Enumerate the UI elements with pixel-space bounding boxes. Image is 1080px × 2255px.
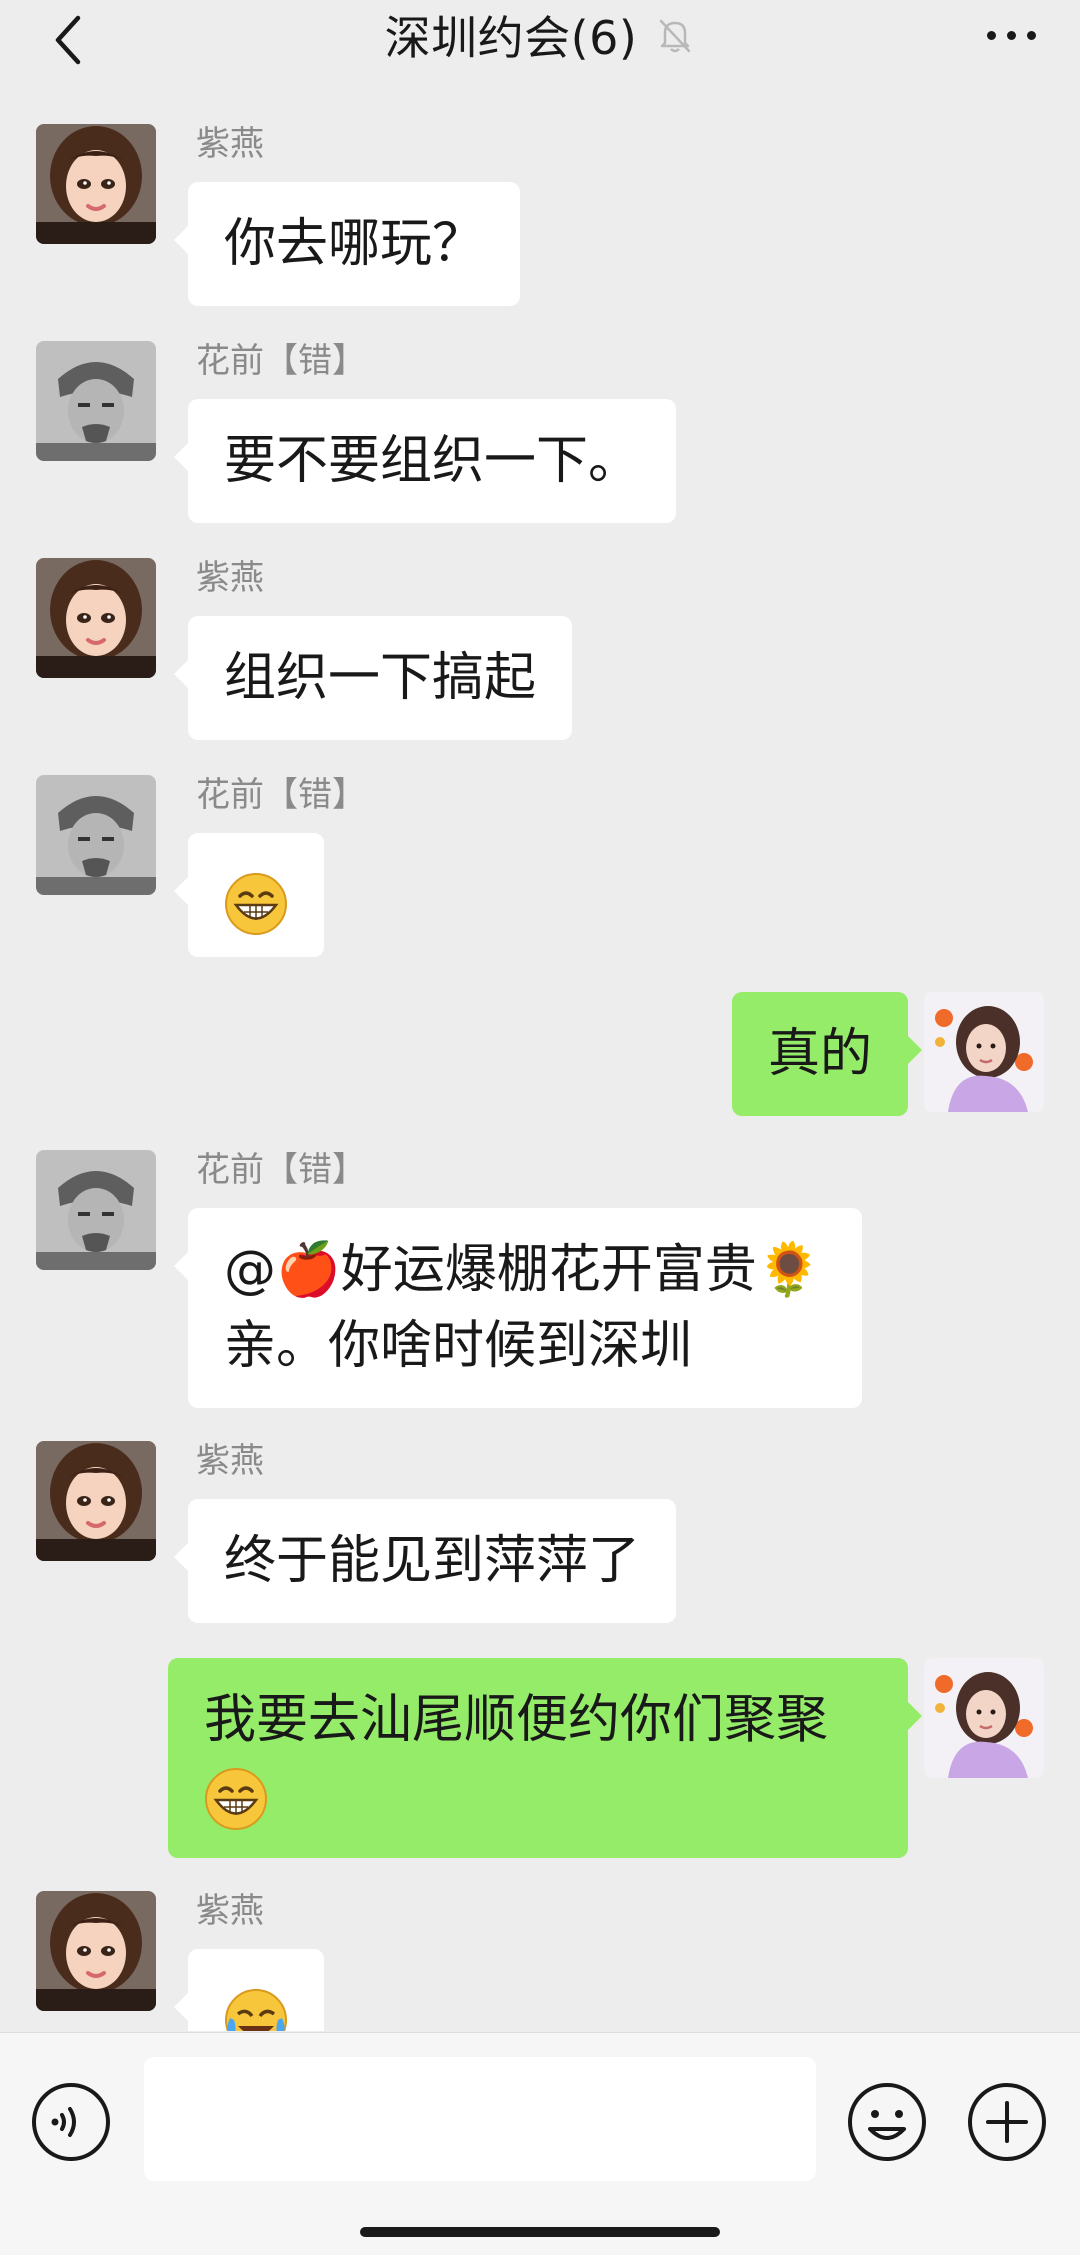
more-actions-button[interactable] bbox=[966, 2081, 1048, 2163]
message-bubble[interactable] bbox=[174, 1949, 324, 2031]
crying-laughing-face-icon bbox=[225, 1989, 287, 2031]
chat-title: 深圳约会(6) bbox=[384, 11, 638, 65]
message-bubble[interactable]: 你去哪玩？ bbox=[173, 182, 521, 306]
message-bubble[interactable]: 要不要组织一下。 bbox=[173, 399, 677, 523]
smiley-icon bbox=[848, 2083, 926, 2161]
avatar[interactable] bbox=[924, 992, 1044, 1112]
ellipsis-dot bbox=[1026, 30, 1036, 40]
message-row: 紫燕 终于能见到萍萍了 bbox=[0, 1441, 1080, 1631]
sender-name: 紫燕 bbox=[196, 124, 264, 164]
voice-icon bbox=[32, 2083, 110, 2161]
message-input[interactable] bbox=[144, 2057, 816, 2181]
home-indicator bbox=[360, 2227, 720, 2237]
grinning-face-icon bbox=[204, 1767, 268, 1831]
message-line: @🍎好运爆棚花开富贵🌻 bbox=[224, 1240, 822, 1300]
message-row: 紫燕 bbox=[0, 1891, 1080, 2031]
message-row: 紫燕 你去哪玩？ bbox=[0, 124, 1080, 314]
message-row: 花前【错】 要不要组织一下。 bbox=[0, 341, 1080, 531]
ellipsis-dot bbox=[1006, 30, 1016, 40]
sender-name: 花前【错】 bbox=[196, 1150, 366, 1190]
emoji-button[interactable] bbox=[846, 2081, 928, 2163]
sender-name: 花前【错】 bbox=[196, 341, 366, 381]
avatar[interactable] bbox=[36, 1891, 156, 2011]
sender-name: 紫燕 bbox=[196, 1891, 264, 1931]
avatar[interactable] bbox=[36, 124, 156, 244]
message-bubble[interactable]: 终于能见到萍萍了 bbox=[173, 1499, 677, 1623]
avatar[interactable] bbox=[36, 1441, 156, 1561]
chat-header: 深圳约会(6) bbox=[0, 0, 1080, 110]
message-line: 我要去汕尾顺便约你们聚聚 bbox=[204, 1690, 829, 1750]
message-bubble[interactable]: 我要去汕尾顺便约你们聚聚 bbox=[168, 1658, 922, 1858]
message-row: 花前【错】 @🍎好运爆棚花开富贵🌻 亲。你啥时候到深圳 bbox=[0, 1150, 1080, 1420]
message-row: 真的 bbox=[0, 992, 1080, 1122]
avatar[interactable] bbox=[36, 558, 156, 678]
message-row: 花前【错】 bbox=[0, 775, 1080, 965]
message-bubble[interactable]: 组织一下搞起 bbox=[173, 616, 573, 740]
grinning-face-icon bbox=[224, 872, 288, 936]
more-button[interactable] bbox=[976, 10, 1046, 60]
message-bubble[interactable] bbox=[174, 833, 324, 957]
avatar[interactable] bbox=[924, 1658, 1044, 1778]
sender-name: 紫燕 bbox=[196, 1441, 264, 1481]
message-line: 亲。你啥时候到深圳 bbox=[224, 1316, 693, 1376]
avatar[interactable] bbox=[36, 341, 156, 461]
bell-slash-icon bbox=[660, 19, 691, 53]
ellipsis-icon bbox=[986, 30, 996, 40]
input-bar bbox=[0, 2032, 1080, 2255]
voice-button[interactable] bbox=[30, 2081, 112, 2163]
title-area: 深圳约会(6) bbox=[0, 0, 1080, 70]
avatar[interactable] bbox=[36, 775, 156, 895]
message-row: 紫燕 组织一下搞起 bbox=[0, 558, 1080, 748]
sender-name: 紫燕 bbox=[196, 558, 264, 598]
sender-name: 花前【错】 bbox=[196, 775, 366, 815]
message-bubble[interactable]: 真的 bbox=[731, 992, 923, 1116]
avatar[interactable] bbox=[36, 1150, 156, 1270]
message-bubble[interactable]: @🍎好运爆棚花开富贵🌻 亲。你啥时候到深圳 bbox=[174, 1208, 862, 1408]
plus-circle-icon bbox=[968, 2083, 1046, 2161]
message-row: 我要去汕尾顺便约你们聚聚 bbox=[0, 1658, 1080, 1858]
